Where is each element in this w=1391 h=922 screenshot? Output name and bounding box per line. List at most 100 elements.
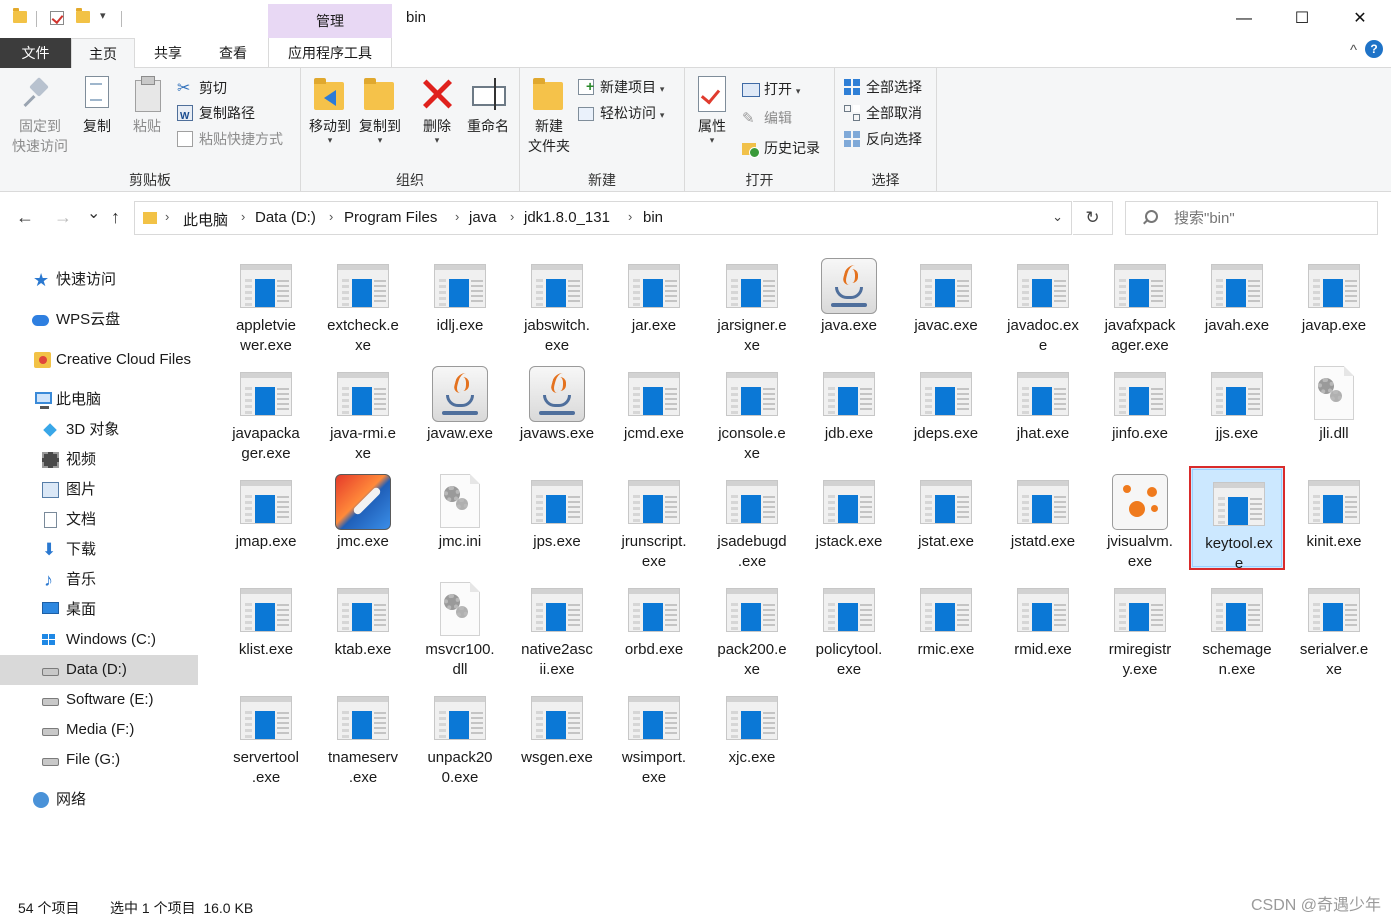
invert-selection-button[interactable]: 反向选择	[844, 127, 922, 151]
properties-button[interactable]: 属性 ▾	[693, 76, 731, 145]
file-item[interactable]: rmic.exe	[898, 574, 994, 678]
file-item[interactable]: xjc.exe	[704, 682, 800, 786]
select-all-button[interactable]: 全部选择	[844, 75, 922, 99]
file-item[interactable]: javafxpack ager.exe	[1092, 250, 1188, 354]
minimize-button[interactable]: —	[1215, 0, 1273, 38]
tab-share[interactable]: 共享	[138, 38, 198, 68]
address-bar[interactable]: › 此电脑 › Data (D:) › Program Files › java…	[134, 201, 1072, 235]
history-button[interactable]: 历史记录	[742, 136, 820, 160]
breadcrumb-separator[interactable]: ›	[628, 209, 632, 224]
file-item[interactable]: rmid.exe	[995, 574, 1091, 678]
file-item[interactable]: java-rmi.e xe	[315, 358, 411, 462]
file-item[interactable]: javac.exe	[898, 250, 994, 354]
file-item[interactable]: javaw.exe	[412, 358, 508, 462]
file-item[interactable]: jvisualvm. exe	[1092, 466, 1188, 570]
folder-icon[interactable]	[13, 8, 27, 23]
file-item[interactable]: extcheck.e xe	[315, 250, 411, 354]
sidebar-item-music[interactable]: 音乐	[0, 565, 198, 595]
customize-quick-access-icon[interactable]: ▾	[100, 9, 106, 22]
file-item[interactable]: jdb.exe	[801, 358, 897, 462]
breadcrumb-separator[interactable]: ›	[455, 209, 459, 224]
sidebar-item-this-pc[interactable]: 此电脑	[0, 385, 198, 415]
file-item[interactable]: jjs.exe	[1189, 358, 1285, 462]
file-item[interactable]: idlj.exe	[412, 250, 508, 354]
tab-view[interactable]: 查看	[203, 38, 263, 68]
sidebar-item-downloads[interactable]: 下载	[0, 535, 198, 565]
address-dropdown-icon[interactable]: ⌄	[1052, 209, 1063, 225]
search-box[interactable]	[1125, 201, 1378, 235]
sidebar-item-pictures[interactable]: 图片	[0, 475, 198, 505]
file-item[interactable]: servertool .exe	[218, 682, 314, 786]
file-item[interactable]: orbd.exe	[606, 574, 702, 678]
file-item[interactable]: jabswitch. exe	[509, 250, 605, 354]
breadcrumb-separator[interactable]: ›	[329, 209, 333, 224]
copy-button[interactable]: 复制	[78, 76, 116, 136]
file-item[interactable]: native2asc ii.exe	[509, 574, 605, 678]
file-item[interactable]: javapacka ger.exe	[218, 358, 314, 462]
properties-check-icon[interactable]	[50, 11, 64, 25]
file-item[interactable]: javap.exe	[1286, 250, 1382, 354]
file-item[interactable]: rmiregistr y.exe	[1092, 574, 1188, 678]
file-item[interactable]: msvcr100. dll	[412, 574, 508, 678]
open-button[interactable]: 打开 ▾	[742, 77, 800, 101]
paste-button[interactable]: 粘贴	[127, 76, 167, 136]
sidebar-item-desktop[interactable]: 桌面	[0, 595, 198, 625]
paste-shortcut-button[interactable]: 粘贴快捷方式	[177, 127, 283, 151]
file-item[interactable]: policytool. exe	[801, 574, 897, 678]
search-input[interactable]	[1174, 202, 1370, 234]
new-item-button[interactable]: 新建项目 ▾	[578, 74, 664, 99]
breadcrumb-jdk[interactable]: jdk1.8.0_131	[524, 209, 610, 226]
sidebar-item-3d-objects[interactable]: 3D 对象	[0, 415, 198, 445]
file-item[interactable]: jstat.exe	[898, 466, 994, 570]
maximize-button[interactable]: ☐	[1273, 0, 1331, 38]
file-item[interactable]: jarsigner.e xe	[704, 250, 800, 354]
recent-locations-button[interactable]: ⌄	[87, 203, 100, 223]
sidebar-item-documents[interactable]: 文档	[0, 505, 198, 535]
file-item[interactable]: appletvie wer.exe	[218, 250, 314, 354]
file-item[interactable]: jsadebugd .exe	[704, 466, 800, 570]
breadcrumb-separator[interactable]: ›	[510, 209, 514, 224]
file-item[interactable]: schemage n.exe	[1189, 574, 1285, 678]
file-item[interactable]: java.exe	[801, 250, 897, 354]
file-item[interactable]: javadoc.ex e	[995, 250, 1091, 354]
file-item[interactable]: jrunscript. exe	[606, 466, 702, 570]
close-button[interactable]: ✕	[1331, 0, 1389, 38]
file-item[interactable]: pack200.e xe	[704, 574, 800, 678]
new-folder-icon[interactable]	[76, 8, 90, 23]
file-item[interactable]: jar.exe	[606, 250, 702, 354]
file-item[interactable]: jstack.exe	[801, 466, 897, 570]
pin-quick-access-button[interactable]: 固定到 快速访问	[8, 76, 72, 156]
tab-file[interactable]: 文件	[0, 38, 71, 68]
file-item[interactable]: kinit.exe	[1286, 466, 1382, 570]
sidebar-item-software-e[interactable]: Software (E:)	[0, 685, 198, 715]
new-folder-button[interactable]: 新建 文件夹	[525, 76, 573, 156]
move-to-button[interactable]: 移动到 ▾	[306, 76, 354, 145]
file-item[interactable]: wsgen.exe	[509, 682, 605, 786]
select-none-button[interactable]: 全部取消	[844, 101, 922, 125]
collapse-ribbon-icon[interactable]: ^	[1350, 42, 1357, 59]
breadcrumb-bin[interactable]: bin	[643, 209, 663, 226]
file-item[interactable]: javaws.exe	[509, 358, 605, 462]
file-item[interactable]: jconsole.e xe	[704, 358, 800, 462]
help-icon[interactable]: ?	[1365, 40, 1383, 58]
file-item[interactable]: ktab.exe	[315, 574, 411, 678]
file-item[interactable]: unpack20 0.exe	[412, 682, 508, 786]
file-item[interactable]: jinfo.exe	[1092, 358, 1188, 462]
forward-button[interactable]: →	[54, 207, 72, 228]
edit-button[interactable]: 编辑	[742, 106, 792, 131]
file-item[interactable]: tnameserv .exe	[315, 682, 411, 786]
file-item[interactable]: serialver.e xe	[1286, 574, 1382, 678]
breadcrumb-program-files[interactable]: Program Files	[344, 209, 437, 226]
delete-button[interactable]: 删除 ▾	[418, 76, 456, 145]
file-item[interactable]: wsimport. exe	[606, 682, 702, 786]
sidebar-item-data-d[interactable]: Data (D:)	[0, 655, 198, 685]
sidebar-item-windows-c[interactable]: Windows (C:)	[0, 625, 198, 655]
tab-application-tools[interactable]: 应用程序工具	[268, 38, 392, 68]
file-item[interactable]: jhat.exe	[995, 358, 1091, 462]
sidebar-item-quick-access[interactable]: 快速访问	[0, 265, 198, 295]
cut-button[interactable]: 剪切	[177, 76, 227, 101]
sidebar-item-media-f[interactable]: Media (F:)	[0, 715, 198, 745]
file-item[interactable]: jps.exe	[509, 466, 605, 570]
breadcrumb-data-d[interactable]: Data (D:)	[255, 209, 316, 226]
easy-access-button[interactable]: 轻松访问 ▾	[578, 101, 664, 125]
